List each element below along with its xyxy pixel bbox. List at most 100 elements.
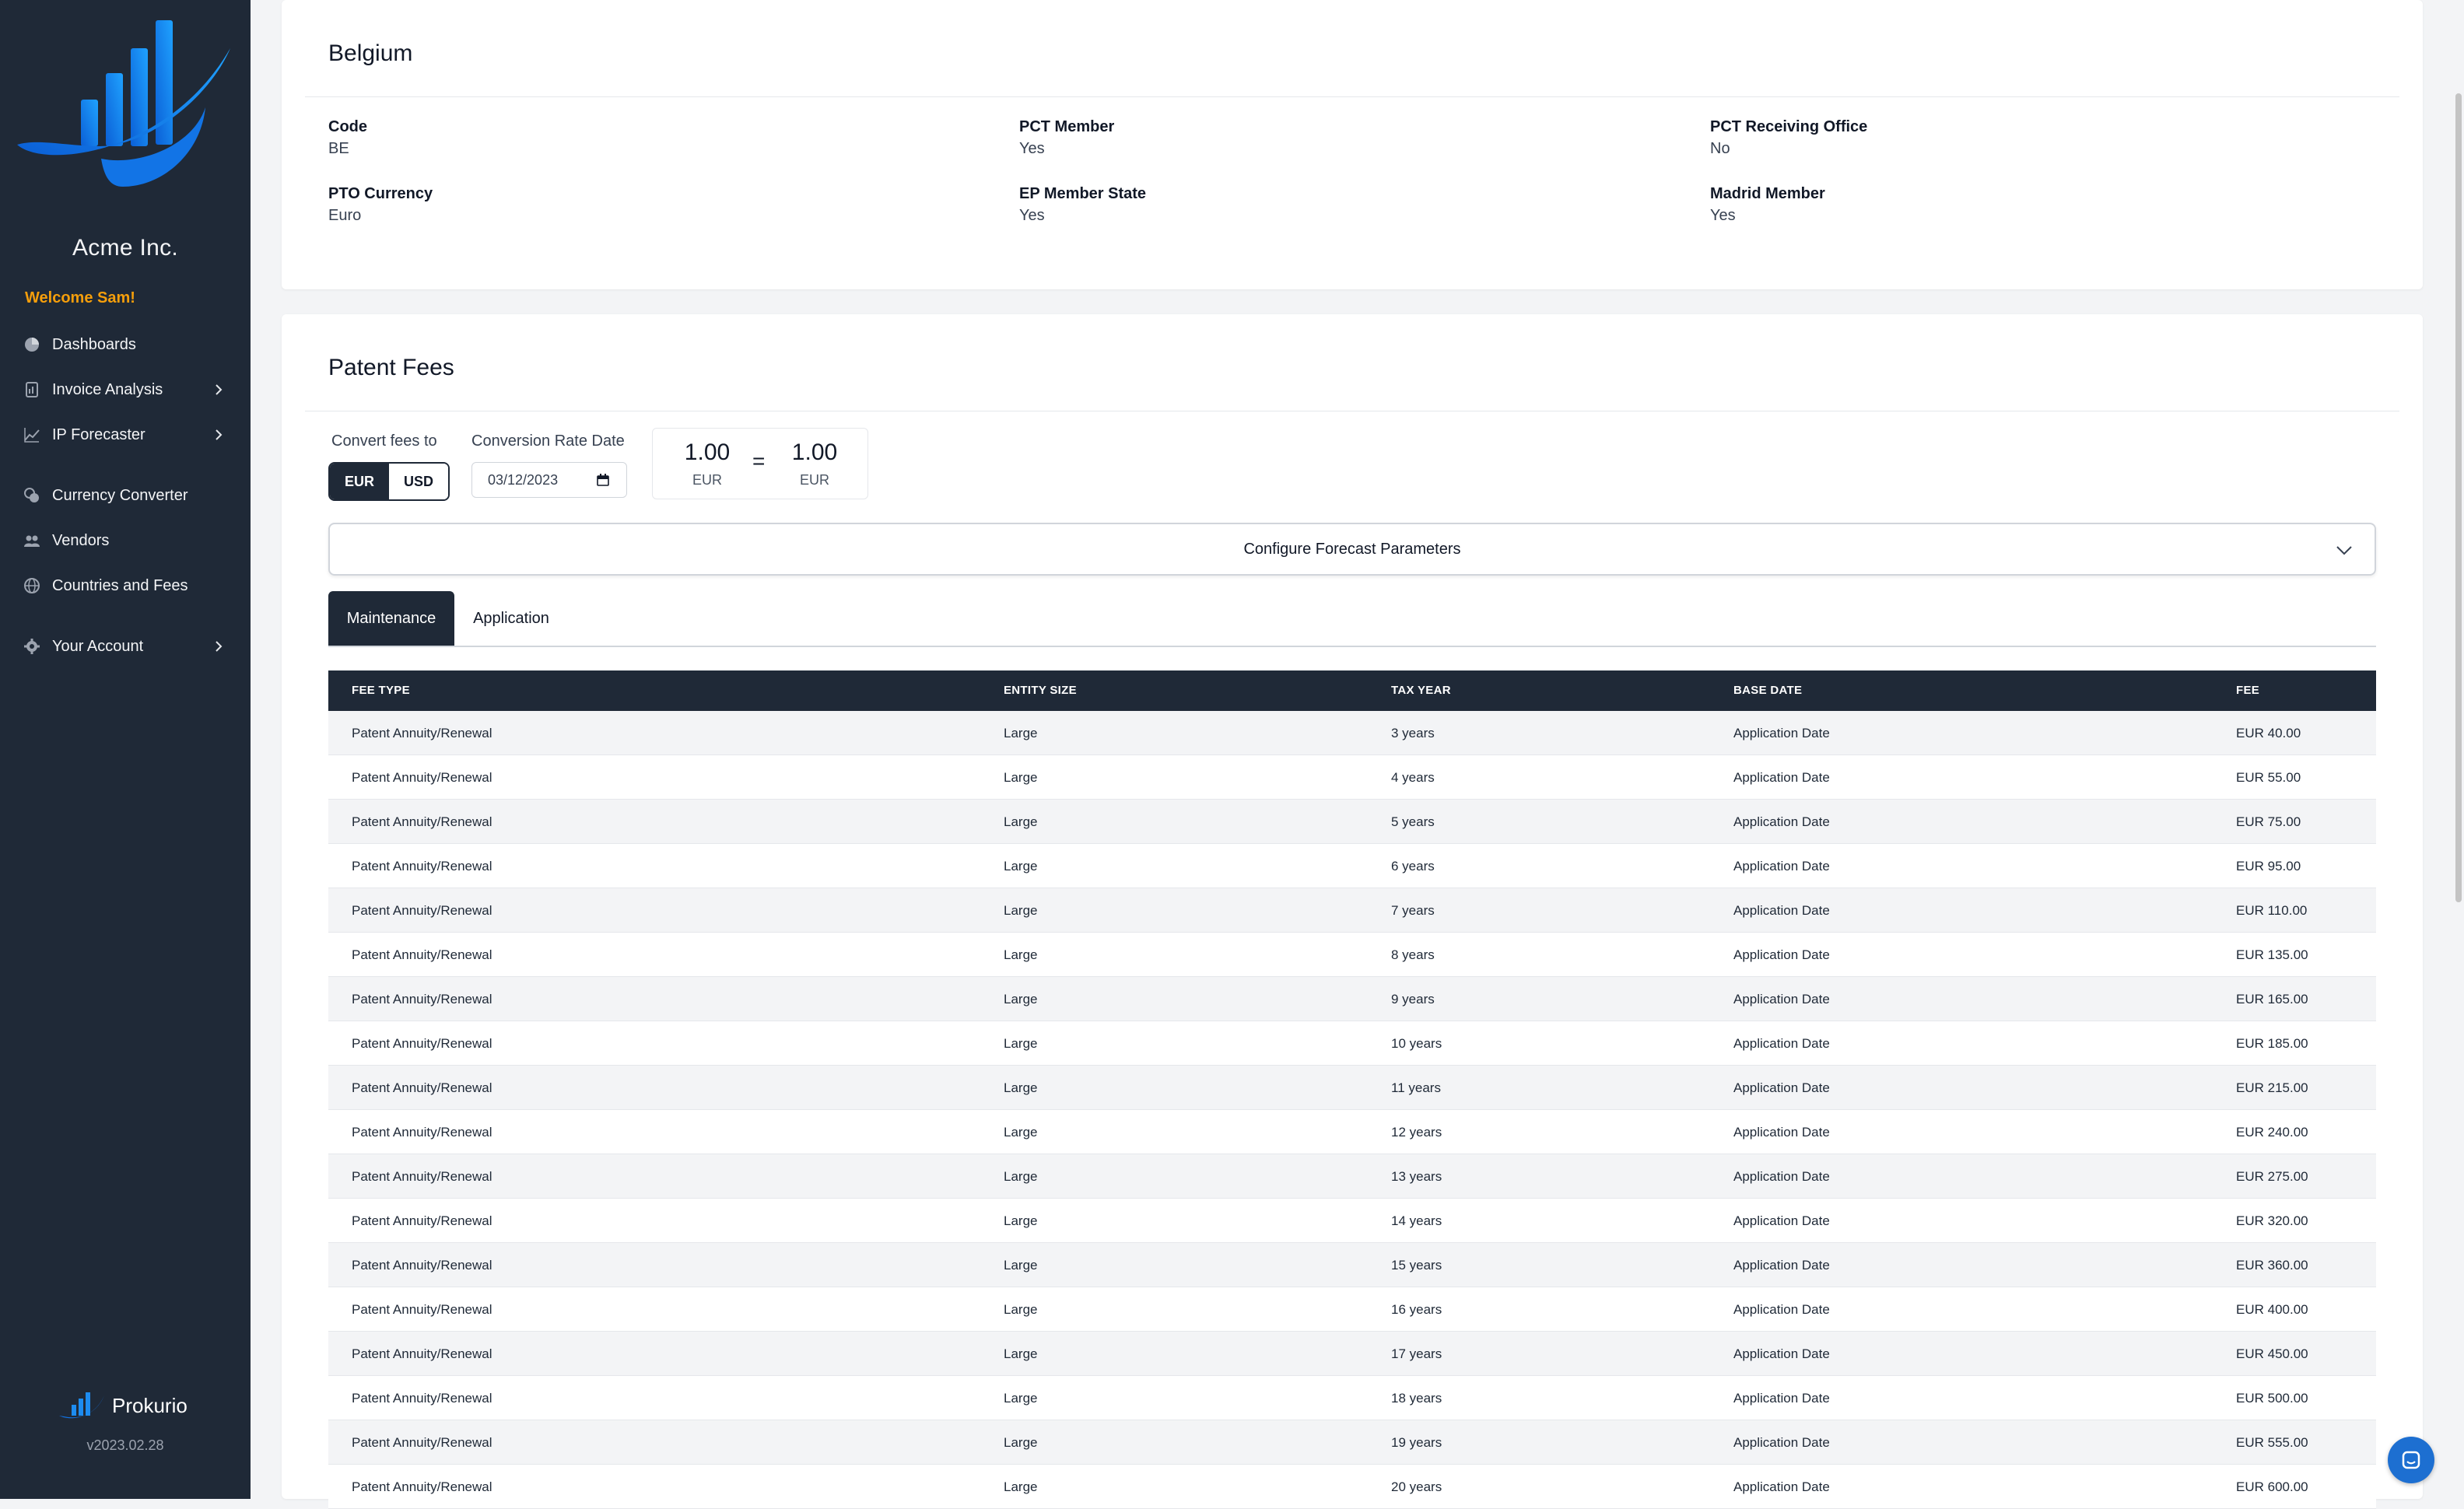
table-row[interactable]: Patent Annuity/Renewal Large 17 years Appli… [328, 1332, 2376, 1376]
chat-support-button[interactable] [2388, 1437, 2434, 1483]
table-row[interactable]: Patent Annuity/Renewal Large 14 years Appli… [328, 1199, 2376, 1243]
cell-entity-size: Large [1004, 1036, 1038, 1051]
sidebar-item-label: Your Account [52, 637, 144, 655]
patent-fees-title: Patent Fees [328, 355, 454, 380]
table-row[interactable]: Patent Annuity/Renewal Large 7 years Applic… [328, 888, 2376, 933]
cell-base-date: Application Date [1733, 1258, 1830, 1273]
sidebar-item-currency-converter[interactable]: Currency Converter [0, 476, 251, 515]
scrollbar-thumb[interactable] [2455, 93, 2462, 902]
table-row[interactable]: Patent Annuity/Renewal Large 18 years Appli… [328, 1376, 2376, 1420]
column-header-entity-size[interactable]: ENTITY SIZE [1004, 670, 1077, 711]
table-row[interactable]: Patent Annuity/Renewal Large 12 years Appli… [328, 1110, 2376, 1154]
cell-tax-year: 16 years [1391, 1302, 1442, 1317]
column-header-tax-year[interactable]: TAX YEAR [1391, 670, 1451, 711]
cell-fee: EUR 600.00 [2236, 1479, 2308, 1494]
sidebar-item-dashboards[interactable]: Dashboards [0, 325, 251, 364]
patent-fees-card: Patent Fees Convert fees to EUR USD Conv… [282, 314, 2423, 1509]
table-row[interactable]: Patent Annuity/Renewal Large 15 years Appli… [328, 1243, 2376, 1287]
cell-fee: EUR 320.00 [2236, 1213, 2308, 1228]
sidebar-item-label: IP Forecaster [52, 425, 145, 443]
column-header-fee-type[interactable]: FEE TYPE [352, 670, 410, 711]
sidebar-item-label: Invoice Analysis [52, 380, 163, 398]
conversion-rate-date-input[interactable]: 03/12/2023 [471, 462, 627, 498]
sidebar-item-vendors[interactable]: Vendors [0, 521, 251, 560]
table-row[interactable]: Patent Annuity/Renewal Large 8 years Applic… [328, 933, 2376, 977]
cell-tax-year: 18 years [1391, 1391, 1442, 1406]
conversion-rate-date-label: Conversion Rate Date [471, 432, 625, 450]
cell-entity-size: Large [1004, 947, 1038, 962]
cell-tax-year: 10 years [1391, 1036, 1442, 1051]
code-label: Code [328, 118, 367, 135]
tab-application[interactable]: Application [454, 591, 568, 646]
currency-toggle: EUR USD [328, 462, 450, 501]
sidebar-item-countries-and-fees[interactable]: Countries and Fees [0, 566, 251, 605]
column-header-base-date[interactable]: BASE DATE [1733, 670, 1802, 711]
cell-tax-year: 3 years [1391, 726, 1435, 740]
cell-fee-type: Patent Annuity/Renewal [352, 814, 492, 829]
table-row[interactable]: Patent Annuity/Renewal Large 6 years Applic… [328, 844, 2376, 888]
cell-fee: EUR 555.00 [2236, 1435, 2308, 1450]
table-row[interactable]: Patent Annuity/Renewal Large 9 years Applic… [328, 977, 2376, 1021]
cell-tax-year: 15 years [1391, 1258, 1442, 1273]
cell-entity-size: Large [1004, 770, 1038, 785]
chevron-right-icon [216, 641, 223, 652]
conversion-rate-display: 1.00 EUR = 1.00 EUR [652, 428, 868, 499]
cell-fee: EUR 215.00 [2236, 1080, 2308, 1095]
cell-fee: EUR 75.00 [2236, 814, 2301, 829]
company-logo[interactable] [14, 14, 235, 193]
cell-base-date: Application Date [1733, 1435, 1830, 1450]
sidebar-item-label: Dashboards [52, 335, 136, 353]
calendar-icon[interactable] [597, 474, 609, 486]
fee-tabs: Maintenance Application [328, 591, 2376, 647]
column-header-fee[interactable]: FEE [2236, 670, 2259, 711]
cell-tax-year: 6 years [1391, 859, 1435, 874]
table-row[interactable]: Patent Annuity/Renewal Large 4 years Applic… [328, 755, 2376, 800]
sidebar-item-ip-forecaster[interactable]: IP Forecaster [0, 415, 251, 454]
sidebar-item-your-account[interactable]: Your Account [0, 627, 251, 666]
cell-fee: EUR 360.00 [2236, 1258, 2308, 1273]
cell-fee: EUR 110.00 [2236, 903, 2308, 918]
cell-base-date: Application Date [1733, 1346, 1830, 1361]
date-value: 03/12/2023 [488, 471, 559, 488]
table-row[interactable]: Patent Annuity/Renewal Large 5 years Applic… [328, 800, 2376, 844]
pie-chart-icon [25, 338, 39, 352]
cell-base-date: Application Date [1733, 947, 1830, 962]
table-row[interactable]: Patent Annuity/Renewal Large 10 years Appli… [328, 1021, 2376, 1066]
cell-entity-size: Large [1004, 1080, 1038, 1095]
table-row[interactable]: Patent Annuity/Renewal Large 3 years Applic… [328, 711, 2376, 755]
pto-currency-value: Euro [328, 207, 362, 224]
currency-option-usd[interactable]: USD [389, 464, 448, 499]
country-card: Belgium Code BE PCT Member Yes PCT Recei… [282, 0, 2423, 289]
sidebar-item-invoice-analysis[interactable]: Invoice Analysis [0, 370, 251, 409]
currency-option-eur[interactable]: EUR [330, 464, 389, 499]
table-row[interactable]: Patent Annuity/Renewal Large 16 years Appli… [328, 1287, 2376, 1332]
configure-forecast-parameters-button[interactable]: Configure Forecast Parameters [328, 523, 2376, 576]
convert-fees-label: Convert fees to [331, 432, 437, 450]
ep-member-state-value: Yes [1019, 207, 1045, 224]
madrid-member-value: Yes [1710, 207, 1736, 224]
table-row[interactable]: Patent Annuity/Renewal Large 11 years Appli… [328, 1066, 2376, 1110]
cell-entity-size: Large [1004, 1346, 1038, 1361]
cell-fee: EUR 500.00 [2236, 1391, 2308, 1406]
cell-fee: EUR 400.00 [2236, 1302, 2308, 1317]
table-row[interactable]: Patent Annuity/Renewal Large 13 years Appli… [328, 1154, 2376, 1199]
cell-fee-type: Patent Annuity/Renewal [352, 1391, 492, 1406]
cell-tax-year: 9 years [1391, 992, 1435, 1007]
chevron-down-icon [2336, 546, 2352, 555]
configure-forecast-label: Configure Forecast Parameters [1243, 540, 1461, 558]
table-row[interactable]: Patent Annuity/Renewal Large 20 years Appli… [328, 1465, 2376, 1509]
cell-base-date: Application Date [1733, 726, 1830, 740]
cell-entity-size: Large [1004, 1391, 1038, 1406]
cell-fee-type: Patent Annuity/Renewal [352, 1302, 492, 1317]
cell-fee: EUR 185.00 [2236, 1036, 2308, 1051]
coins-icon [24, 488, 39, 502]
cell-entity-size: Large [1004, 726, 1038, 740]
rate-equals: = [752, 449, 766, 473]
page-scrollbar[interactable] [2453, 0, 2464, 1499]
cell-fee: EUR 450.00 [2236, 1346, 2308, 1361]
cell-entity-size: Large [1004, 1302, 1038, 1317]
table-row[interactable]: Patent Annuity/Renewal Large 19 years Appli… [328, 1420, 2376, 1465]
tab-maintenance[interactable]: Maintenance [328, 591, 454, 646]
pct-receiving-office-label: PCT Receiving Office [1710, 118, 1868, 135]
cell-fee: EUR 165.00 [2236, 992, 2308, 1007]
